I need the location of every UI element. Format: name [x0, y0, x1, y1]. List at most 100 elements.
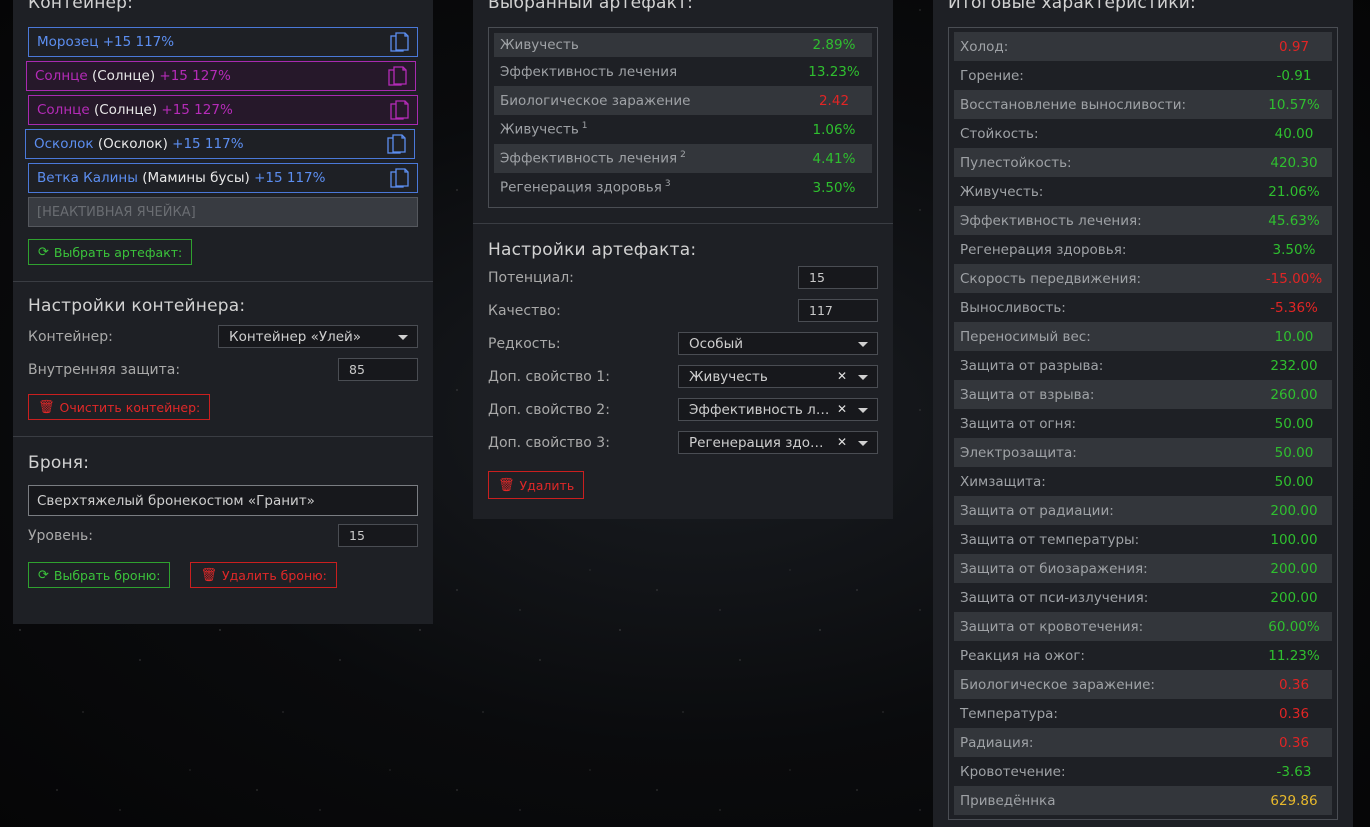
- clear-icon[interactable]: ✕: [837, 369, 847, 383]
- stat-label: Биологическое заражение:: [960, 676, 1155, 693]
- artifact-stat-row: Живучесть 1 1.06%: [494, 115, 872, 144]
- quality-input[interactable]: 117: [798, 299, 878, 322]
- stat-value: -15.00%: [1265, 270, 1323, 287]
- stat-label: Защита от кровотечения:: [960, 618, 1144, 635]
- prop3-select[interactable]: Регенерация здоровья ✕: [678, 431, 878, 454]
- clear-icon[interactable]: ✕: [837, 435, 847, 449]
- clear-icon[interactable]: ✕: [837, 402, 847, 416]
- artifact-slot-3[interactable]: Солнце (Солнце) +15 127%: [28, 95, 418, 125]
- total-stat-row: Радиация: 0.36: [954, 728, 1332, 757]
- stat-label: Живучесть:: [960, 183, 1044, 200]
- level-input[interactable]: 15: [338, 524, 418, 547]
- slot-name: Морозец: [37, 34, 99, 50]
- container-select[interactable]: Контейнер «Улей»: [218, 325, 418, 348]
- total-stat-row: Биологическое заражение: 0.36: [954, 670, 1332, 699]
- stat-value: 11.23%: [1268, 647, 1320, 664]
- stat-value: 2.89%: [812, 37, 856, 53]
- prop1-select[interactable]: Живучесть ✕: [678, 365, 878, 388]
- stat-value: 629.86: [1270, 792, 1318, 809]
- slot-parent: (Мамины бусы): [142, 170, 250, 186]
- stat-value: 50.00: [1274, 473, 1314, 490]
- prop3-label: Доп. свойство 3:: [488, 434, 610, 451]
- stat-label: Стойкость:: [960, 125, 1039, 142]
- clear-container-button[interactable]: 🗑 Очистить контейнер:: [28, 394, 211, 420]
- stat-value: -3.63: [1276, 763, 1312, 780]
- total-stat-row: Восстановление выносливости: 10.57%: [954, 90, 1332, 119]
- armor-title: Броня:: [28, 453, 90, 473]
- stat-value: 3.50%: [812, 179, 856, 196]
- rarity-select-value: Особый: [689, 335, 744, 352]
- slot-name: Солнце: [37, 102, 90, 118]
- copy-icon[interactable]: [390, 32, 410, 54]
- stat-sup: 1: [581, 121, 588, 132]
- stat-label: Реакция на ожог:: [960, 647, 1085, 664]
- choose-armor-button[interactable]: ⟳ Выбрать броню:: [28, 562, 171, 588]
- stat-value: 0.97: [1278, 38, 1310, 55]
- artifact-slot-5[interactable]: Ветка Калины (Мамины бусы) +15 117%: [28, 163, 418, 193]
- stat-label: Переносимый вес:: [960, 328, 1091, 345]
- slot-bonus: +15 117%: [102, 34, 175, 50]
- stat-sup: 3: [664, 179, 671, 190]
- total-stat-row: Реакция на ожог: 11.23%: [954, 641, 1332, 670]
- total-stat-row: Защита от разрыва: 232.00: [954, 351, 1332, 380]
- selected-artifact-stats: Живучесть 2.89% Эффективность лечения 13.2…: [488, 27, 878, 208]
- container-label: Контейнер:: [28, 328, 113, 345]
- stat-label: Химзащита:: [960, 473, 1046, 490]
- rarity-select[interactable]: Особый: [678, 332, 878, 355]
- artifact-slot-4[interactable]: Осколок (Осколок) +15 117%: [25, 129, 415, 159]
- copy-icon[interactable]: [390, 100, 410, 122]
- refresh-icon: ⟳: [38, 244, 49, 260]
- copy-icon[interactable]: [387, 134, 407, 156]
- artifact-slot-2[interactable]: Солнце (Солнце) +15 127%: [26, 61, 416, 91]
- stat-value: 10.57%: [1268, 96, 1320, 113]
- slot-name: Осколок: [34, 136, 94, 152]
- caret-down-icon: [858, 342, 868, 347]
- stat-label: Защита от пси-излучения:: [960, 589, 1149, 606]
- remove-armor-button[interactable]: 🗑 Удалить броню:: [190, 562, 337, 588]
- prop2-select-value: Эффективность лечения: [689, 401, 831, 418]
- artifact-panel: Выбранный артефакт: Живучесть 2.89% Эффек…: [473, 0, 893, 519]
- totals-stats: Холод: 0.97 Горение: -0.91 Восстановление вы…: [948, 27, 1338, 820]
- caret-down-icon: [858, 375, 868, 380]
- stat-label: Выносливость:: [960, 299, 1066, 316]
- trash-icon: 🗑: [498, 477, 515, 493]
- stat-label: Восстановление выносливости:: [960, 96, 1187, 113]
- stat-value: 40.00: [1274, 125, 1314, 142]
- choose-artifact-button[interactable]: ⟳ Выбрать артефакт:: [28, 239, 193, 265]
- stat-label: Скорость передвижения:: [960, 270, 1142, 287]
- selected-artifact-title: Выбранный артефакт:: [488, 0, 694, 13]
- armor-field[interactable]: Сверхтяжелый бронекостюм «Гранит»: [28, 485, 418, 516]
- choose-artifact-label: Выбрать артефакт:: [53, 244, 183, 260]
- copy-icon[interactable]: [390, 168, 410, 190]
- stat-value: 10.00: [1274, 328, 1314, 345]
- stat-value: 4.41%: [812, 150, 856, 167]
- potential-input[interactable]: 15: [798, 266, 878, 289]
- copy-icon[interactable]: [388, 66, 408, 88]
- slot-parent: (Осколок): [97, 136, 168, 152]
- totals-title: Итоговые характеристики:: [948, 0, 1196, 13]
- prop2-select[interactable]: Эффективность лечения ✕: [678, 398, 878, 421]
- total-stat-row: Температура: 0.36: [954, 699, 1332, 728]
- trash-icon: 🗑: [200, 567, 217, 583]
- delete-artifact-button[interactable]: 🗑 Удалить: [488, 471, 585, 499]
- stat-label: Эффективность лечения: [500, 150, 678, 167]
- total-stat-row: Защита от огня: 50.00: [954, 409, 1332, 438]
- stat-value: 200.00: [1270, 502, 1318, 519]
- remove-armor-label: Удалить броню:: [222, 567, 327, 583]
- clear-container-label: Очистить контейнер:: [59, 399, 201, 415]
- artifact-stat-row: Регенерация здоровья 3 3.50%: [494, 173, 872, 202]
- prop1-label: Доп. свойство 1:: [488, 368, 610, 385]
- inactive-slot: [НЕАКТИВНАЯ ЯЧЕЙКА]: [28, 197, 418, 227]
- artifact-slot-1[interactable]: Морозец +15 117%: [28, 27, 418, 57]
- stat-value: 45.63%: [1268, 212, 1320, 229]
- stat-value: 232.00: [1270, 357, 1318, 374]
- stat-label: Горение:: [960, 67, 1024, 84]
- stat-label: Приведённка: [960, 792, 1056, 809]
- prop2-label: Доп. свойство 2:: [488, 401, 610, 418]
- total-stat-row: Защита от радиации: 200.00: [954, 496, 1332, 525]
- container-settings-title: Настройки контейнера:: [28, 296, 246, 316]
- stat-value: 100.00: [1270, 531, 1318, 548]
- inner-protection-input[interactable]: 85: [338, 358, 418, 381]
- slot-bonus: +15 117%: [172, 136, 244, 152]
- total-stat-row: Химзащита: 50.00: [954, 467, 1332, 496]
